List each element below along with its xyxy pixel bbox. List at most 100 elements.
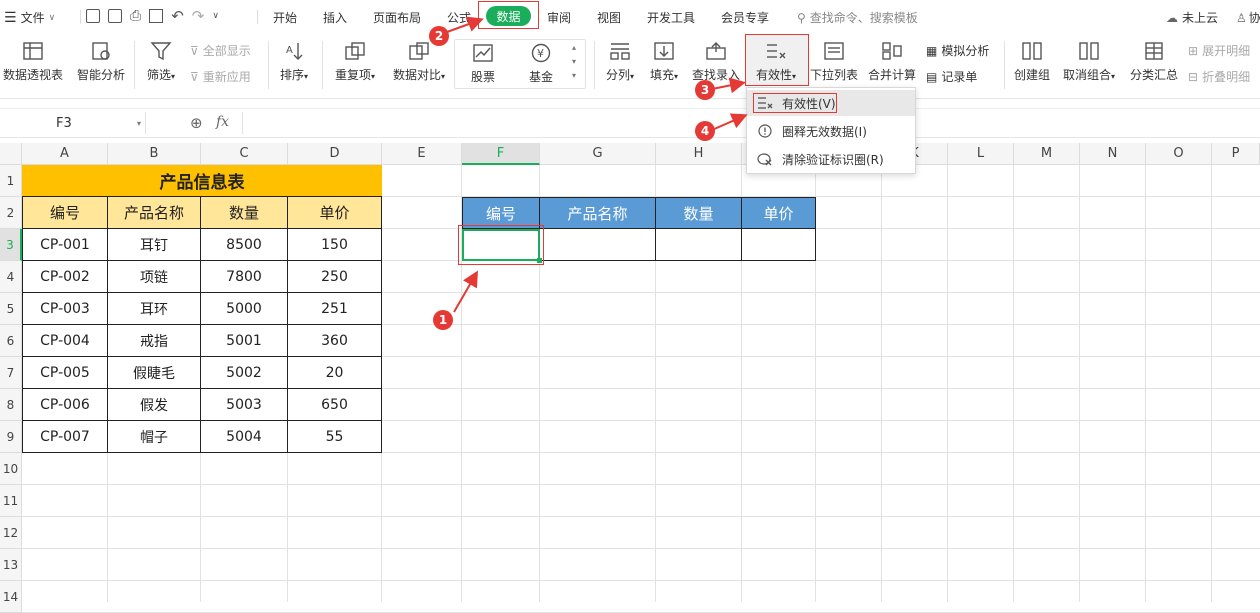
select-all-corner[interactable] [0, 143, 22, 165]
row-header[interactable]: 1 [0, 165, 22, 197]
table-cell[interactable]: 150 [288, 229, 382, 261]
table-cell[interactable]: CP-005 [22, 357, 108, 389]
table-cell[interactable]: CP-002 [22, 261, 108, 293]
row-header[interactable]: 11 [0, 485, 22, 517]
record-form-button[interactable]: ▤ 记录单 [926, 68, 977, 85]
merge-calc-button[interactable]: 合并计算 [866, 40, 918, 83]
table-cell[interactable]: 251 [288, 293, 382, 325]
column-header[interactable]: G [540, 143, 656, 165]
menu-item-circle-invalid[interactable]: 圈释无效数据(I) [747, 118, 915, 144]
table-cell[interactable]: 5003 [201, 389, 288, 421]
table-cell[interactable]: CP-007 [22, 421, 108, 453]
validity-button[interactable]: 有效性▾ [748, 40, 804, 83]
row-header[interactable]: 6 [0, 325, 22, 357]
table-cell[interactable]: 5002 [201, 357, 288, 389]
table-cell[interactable]: CP-006 [22, 389, 108, 421]
table-cell[interactable]: 55 [288, 421, 382, 453]
table-cell[interactable]: 项链 [108, 261, 201, 293]
row-header[interactable]: 14 [0, 581, 22, 613]
column-header[interactable]: B [108, 143, 201, 165]
table-cell[interactable]: 360 [288, 325, 382, 357]
table-cell[interactable]: 250 [288, 261, 382, 293]
column-header[interactable]: H [656, 143, 742, 165]
print-preview-icon[interactable] [149, 9, 164, 23]
lookup-table-cell[interactable] [540, 229, 656, 261]
redo-icon[interactable]: ↷ [192, 7, 205, 25]
lookup-table-cell[interactable] [656, 229, 742, 261]
row-header[interactable]: 7 [0, 357, 22, 389]
filter-button[interactable]: 筛选▾ [140, 40, 182, 83]
cloud-status[interactable]: ☁ 未上云 [1166, 9, 1218, 26]
column-header[interactable]: M [1014, 143, 1080, 165]
menu-item-clear-circles[interactable]: 清除验证标识圈(R) [747, 146, 915, 172]
column-header[interactable]: O [1146, 143, 1212, 165]
export-icon[interactable] [108, 9, 122, 23]
table-cell[interactable]: 5001 [201, 325, 288, 357]
more-icon[interactable]: ∨ [212, 11, 219, 21]
undo-icon[interactable]: ↶ [171, 7, 184, 25]
row-header[interactable]: 8 [0, 389, 22, 421]
row-header[interactable]: 10 [0, 453, 22, 485]
tab-insert[interactable]: 插入 [323, 9, 347, 26]
pivot-table-button[interactable]: 数据透视表 [2, 40, 64, 83]
fill-button[interactable]: 填充▾ [644, 40, 684, 83]
tab-formula[interactable]: 公式 [447, 9, 471, 26]
column-header[interactable]: C [201, 143, 288, 165]
lookup-entry-button[interactable]: 查找录入 [690, 40, 742, 83]
table-cell[interactable]: 20 [288, 357, 382, 389]
column-header[interactable]: P [1212, 143, 1260, 165]
name-box[interactable]: F3 ▾ [0, 112, 146, 134]
row-header[interactable]: 2 [0, 197, 22, 229]
collapse-detail-button[interactable]: ⊟ 折叠明细 [1188, 68, 1250, 85]
data-compare-button[interactable]: 数据对比▾ [388, 40, 450, 83]
save-icon[interactable] [86, 9, 100, 23]
table-cell[interactable]: 耳钉 [108, 229, 201, 261]
subtotal-button[interactable]: 分类汇总 [1128, 40, 1180, 83]
column-header[interactable]: F [462, 143, 540, 165]
sort-button[interactable]: A 排序▾ [274, 40, 314, 83]
table-cell[interactable]: 戒指 [108, 325, 201, 357]
table-cell[interactable]: 假发 [108, 389, 201, 421]
tab-developer[interactable]: 开发工具 [647, 9, 695, 26]
duplicate-button[interactable]: 重复项▾ [330, 40, 380, 83]
zoom-icon[interactable]: ⊕ [190, 114, 203, 132]
split-column-button[interactable]: 分列▾ [600, 40, 640, 83]
command-search[interactable]: ⚲ 查找命令、搜索模板 [797, 9, 918, 26]
table-cell[interactable]: 7800 [201, 261, 288, 293]
show-all-button[interactable]: ⊽ 全部显示 [190, 42, 251, 59]
table-cell[interactable]: CP-004 [22, 325, 108, 357]
lookup-table-cell[interactable] [742, 229, 816, 261]
gallery-scroll[interactable]: ▴ ▾ ▾ [572, 41, 576, 83]
column-header[interactable]: N [1080, 143, 1146, 165]
column-header[interactable]: E [382, 143, 462, 165]
column-header[interactable]: L [948, 143, 1014, 165]
row-header[interactable]: 12 [0, 517, 22, 549]
fx-icon[interactable]: fx [216, 114, 229, 130]
table-cell[interactable]: CP-003 [22, 293, 108, 325]
table-cell[interactable]: 5004 [201, 421, 288, 453]
table-cell[interactable]: 650 [288, 389, 382, 421]
simulate-analysis-button[interactable]: ▦ 模拟分析 [926, 42, 989, 59]
ungroup-button[interactable]: 取消组合▾ [1060, 40, 1118, 83]
fund-button[interactable]: ¥ 基金 [518, 42, 564, 85]
dropdown-list-button[interactable]: 下拉列表 [808, 40, 860, 83]
row-header[interactable]: 13 [0, 549, 22, 581]
tab-review[interactable]: 审阅 [547, 9, 571, 26]
row-header[interactable]: 3 [0, 229, 22, 261]
create-group-button[interactable]: 创建组 [1010, 40, 1054, 83]
table-cell[interactable]: 8500 [201, 229, 288, 261]
tab-home[interactable]: 开始 [273, 9, 297, 26]
tab-data[interactable]: 数据 [486, 6, 531, 26]
table-cell[interactable]: 5000 [201, 293, 288, 325]
table-cell[interactable]: 帽子 [108, 421, 201, 453]
table-cell[interactable]: 假睫毛 [108, 357, 201, 389]
tab-page-layout[interactable]: 页面布局 [373, 9, 421, 26]
column-header[interactable]: D [288, 143, 382, 165]
print-icon[interactable]: ⎙ [130, 8, 141, 24]
collaborate-button[interactable]: ♙ 协 [1236, 9, 1260, 26]
table-cell[interactable]: 耳环 [108, 293, 201, 325]
reapply-button[interactable]: ⊽ 重新应用 [190, 68, 251, 85]
row-header[interactable]: 5 [0, 293, 22, 325]
file-menu[interactable]: ☰ 文件 ∨ [4, 9, 55, 26]
column-header[interactable]: A [22, 143, 108, 165]
